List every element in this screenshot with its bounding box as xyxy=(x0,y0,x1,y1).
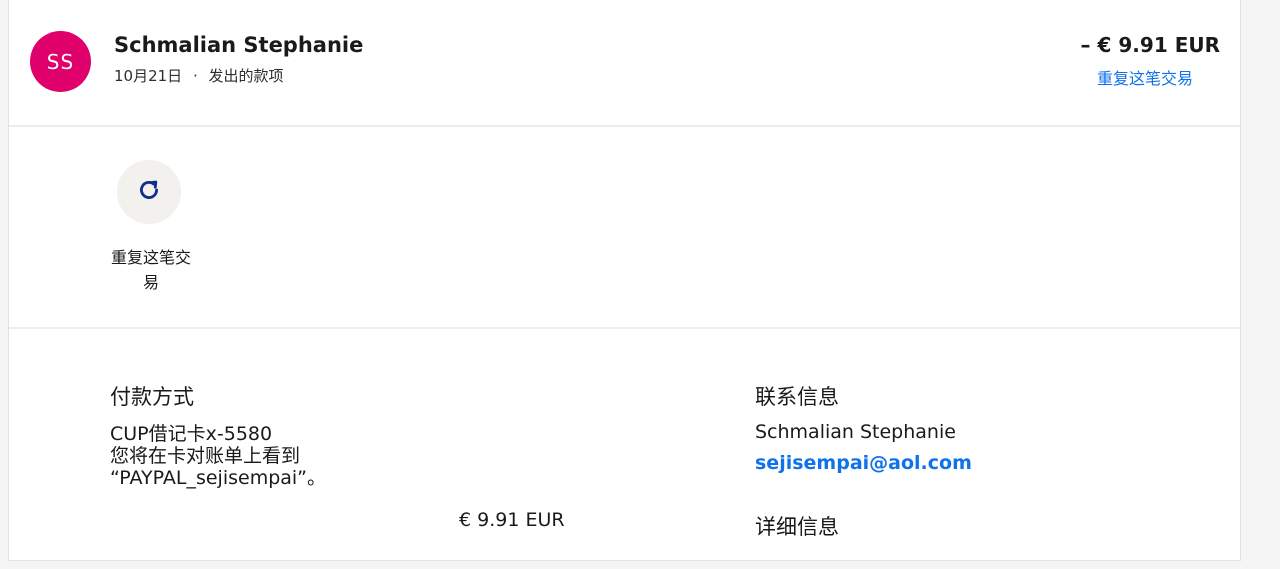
contact-name: Schmalian Stephanie xyxy=(755,421,956,443)
actions-section: 重复这笔交 易 xyxy=(9,127,1240,329)
avatar: SS xyxy=(30,31,91,92)
subline-separator: · xyxy=(192,67,198,85)
details-section: 付款方式 CUP借记卡x-5580 您将在卡对账单上看到 “PAYPAL_sej… xyxy=(9,329,1240,569)
repeat-label-line1: 重复这笔交 xyxy=(110,248,191,267)
payment-method-title: 付款方式 xyxy=(110,385,194,409)
payment-method-amount: € 9.91 EUR xyxy=(459,509,565,531)
statement-line-1: 您将在卡对账单上看到 xyxy=(110,445,301,467)
transaction-subline: 10月21日 · 发出的款项 xyxy=(114,65,284,86)
transaction-header: SS Schmalian Stephanie 10月21日 · 发出的款项 – … xyxy=(9,0,1240,127)
transaction-date: 10月21日 xyxy=(114,67,183,85)
contact-email-link[interactable]: sejisempai@aol.com xyxy=(755,452,972,474)
refresh-icon xyxy=(136,177,162,207)
transaction-amount: – € 9.91 EUR xyxy=(1080,33,1220,57)
repeat-transaction-button[interactable] xyxy=(117,160,181,224)
card-name: CUP借记卡x-5580 xyxy=(110,423,273,445)
contact-info-title: 联系信息 xyxy=(755,385,839,409)
payment-method-info: CUP借记卡x-5580 您将在卡对账单上看到 “PAYPAL_sejisemp… xyxy=(110,423,326,489)
details-title: 详细信息 xyxy=(755,515,839,539)
transaction-type: 发出的款项 xyxy=(208,67,284,85)
repeat-transaction-link[interactable]: 重复这笔交易 xyxy=(1097,65,1193,89)
statement-line-2: “PAYPAL_sejisempai”。 xyxy=(110,467,327,489)
transaction-card: SS Schmalian Stephanie 10月21日 · 发出的款项 – … xyxy=(8,0,1241,561)
payee-name: Schmalian Stephanie xyxy=(114,33,364,57)
repeat-transaction-label[interactable]: 重复这笔交 易 xyxy=(100,245,202,295)
repeat-label-line2: 易 xyxy=(142,273,159,292)
